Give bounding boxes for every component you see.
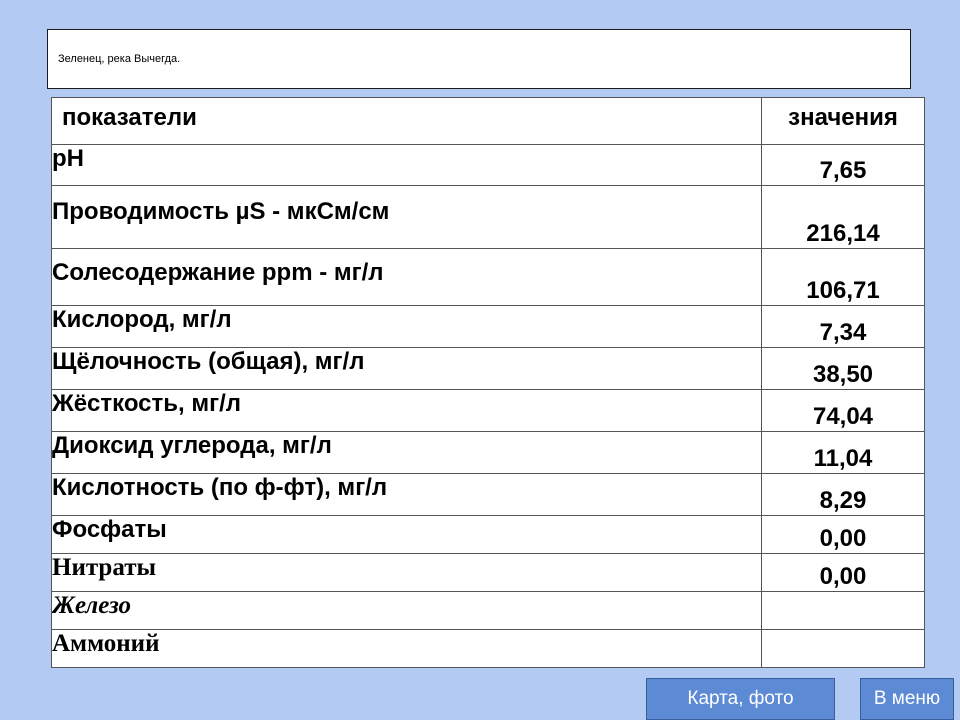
indicator-name: Фосфаты (51, 515, 762, 554)
indicator-value: 0,00 (761, 553, 925, 592)
table-row: Железо (51, 591, 925, 630)
table-row: Фосфаты 0,00 (51, 515, 925, 554)
indicator-name: Щёлочность (общая), мг/л (51, 347, 762, 390)
indicator-name: Кислород, мг/л (51, 305, 762, 348)
column-header-indicators: показатели (51, 97, 762, 145)
indicator-value: 106,71 (761, 248, 925, 306)
table-row: Жёсткость, мг/л 74,04 (51, 389, 925, 432)
table-row: pH 7,65 (51, 144, 925, 186)
table-row: Щёлочность (общая), мг/л 38,50 (51, 347, 925, 390)
table-row: Нитраты 0,00 (51, 553, 925, 592)
table-row: Диоксид углерода, мг/л 11,04 (51, 431, 925, 474)
table-header-row: показатели значения (51, 97, 925, 145)
indicator-name: Солесодержание ppm - мг/л (51, 248, 762, 306)
indicator-name: pH (51, 144, 762, 186)
table-row: Аммоний (51, 629, 925, 668)
indicator-name: Кислотность (по ф-фт), мг/л (51, 473, 762, 516)
table-row: Кислород, мг/л 7,34 (51, 305, 925, 348)
indicator-name: Диоксид углерода, мг/л (51, 431, 762, 474)
table-row: Кислотность (по ф-фт), мг/л 8,29 (51, 473, 925, 516)
indicator-value: 0,00 (761, 515, 925, 554)
map-photo-button[interactable]: Карта, фото (646, 678, 835, 720)
indicator-value: 11,04 (761, 431, 925, 474)
indicator-value: 7,34 (761, 305, 925, 348)
table-row: Солесодержание ppm - мг/л 106,71 (51, 248, 925, 306)
indicator-value: 216,14 (761, 185, 925, 249)
water-quality-table: показатели значения pH 7,65 Проводимость… (51, 97, 925, 668)
indicator-name: Нитраты (51, 553, 762, 592)
page-title: Зеленец, река Вычегда. (58, 53, 181, 65)
indicator-value: 38,50 (761, 347, 925, 390)
indicator-name: Проводимость µS - мкСм/см (51, 185, 762, 249)
indicator-value (761, 591, 925, 630)
indicator-value (761, 629, 925, 668)
indicator-value: 7,65 (761, 144, 925, 186)
indicator-name: Аммоний (51, 629, 762, 668)
title-box: Зеленец, река Вычегда. (47, 29, 911, 89)
indicator-name: Жёсткость, мг/л (51, 389, 762, 432)
indicator-value: 74,04 (761, 389, 925, 432)
table-row: Проводимость µS - мкСм/см 216,14 (51, 185, 925, 249)
indicator-name: Железо (51, 591, 762, 630)
column-header-values: значения (761, 97, 925, 145)
back-to-menu-button[interactable]: В меню (860, 678, 954, 720)
indicator-value: 8,29 (761, 473, 925, 516)
